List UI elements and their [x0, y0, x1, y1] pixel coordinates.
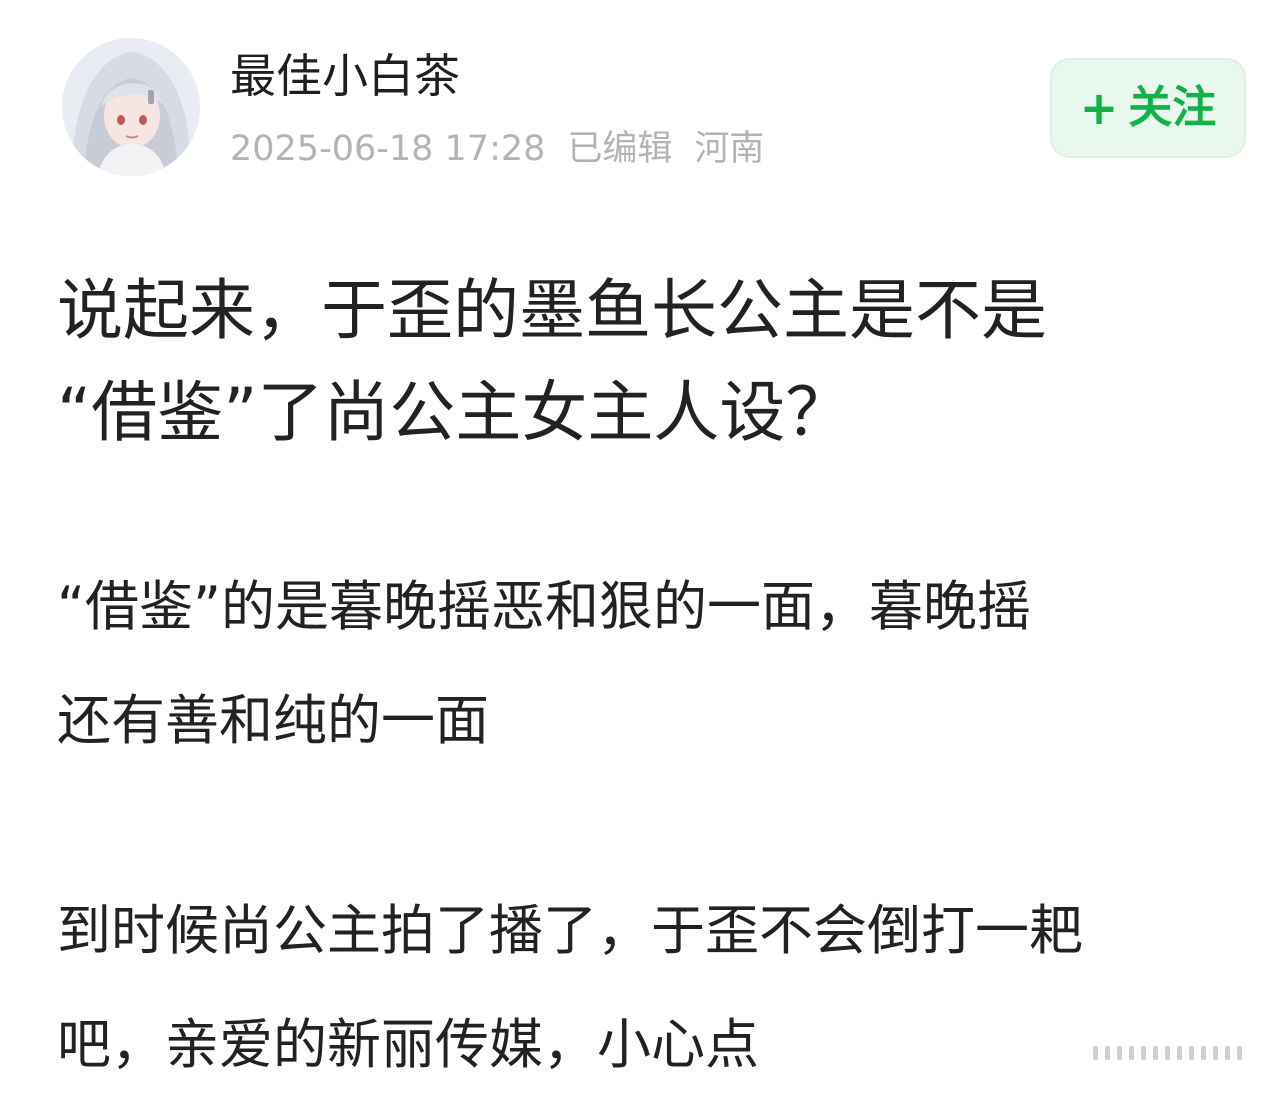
post-paragraph: “借鉴”的是暮晚摇恶和狠的一面，暮晚摇 还有善和纯的一面 [57, 550, 1237, 778]
post-content: 说起来，于歪的墨鱼长公主是不是 “借鉴”了尚公主女主人设？ “借鉴”的是暮晚摇恶… [57, 260, 1237, 1102]
paragraph-line: 还有善和纯的一面 [57, 689, 489, 752]
watermark-bars-icon [1085, 1042, 1260, 1064]
paragraph-line: 吧，亲爱的新丽传媒，小心点 [57, 1013, 759, 1076]
post-header: 最佳小白茶 2025-06-18 17:28 已编辑 河南 + 关注 [0, 0, 1283, 200]
post-title-line: 说起来，于歪的墨鱼长公主是不是 [57, 272, 1047, 349]
plus-icon: + [1079, 81, 1119, 135]
post-timestamp: 2025-06-18 17:28 [230, 129, 546, 169]
follow-label: 关注 [1128, 82, 1217, 133]
post-title-line: “借鉴”了尚公主女主人设？ [57, 374, 852, 451]
author-name[interactable]: 最佳小白茶 [230, 46, 460, 106]
post-title: 说起来，于歪的墨鱼长公主是不是 “借鉴”了尚公主女主人设？ [57, 260, 1237, 464]
post-paragraph: 到时候尚公主拍了播了，于歪不会倒打一耙 吧，亲爱的新丽传媒，小心点 [57, 874, 1237, 1102]
follow-button[interactable]: + 关注 [1050, 58, 1246, 158]
post-meta: 2025-06-18 17:28 已编辑 河南 [230, 126, 786, 172]
paragraph-line: “借鉴”的是暮晚摇恶和狠的一面，暮晚摇 [57, 575, 1031, 638]
edited-label: 已编辑 [567, 129, 673, 169]
anime-girl-avatar-icon [62, 38, 200, 176]
post-location: 河南 [694, 129, 765, 169]
paragraph-line: 到时候尚公主拍了播了，于歪不会倒打一耙 [57, 899, 1083, 962]
author-avatar[interactable] [62, 38, 200, 176]
